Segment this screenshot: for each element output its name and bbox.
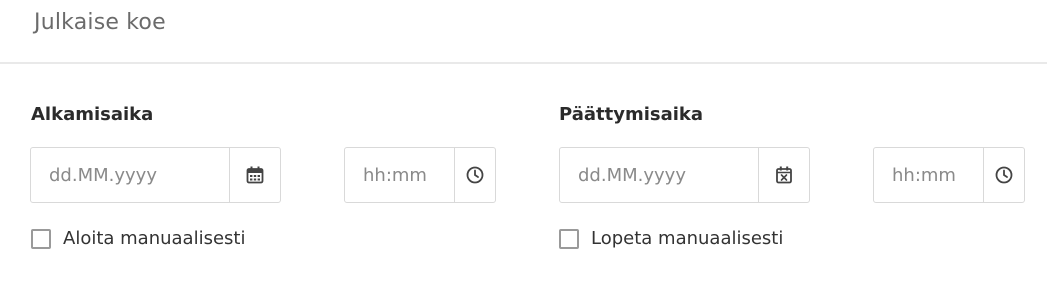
end-date-field	[559, 147, 810, 203]
end-time-field	[873, 147, 1025, 203]
start-date-field	[30, 147, 281, 203]
clock-icon	[995, 166, 1013, 184]
end-manually-checkbox[interactable]	[559, 228, 579, 249]
start-manually-label: Aloita manuaalisesti	[63, 228, 246, 249]
start-manually-checkbox[interactable]	[31, 228, 51, 249]
start-time-label: Alkamisaika	[31, 104, 154, 125]
end-date-picker-button[interactable]	[758, 148, 809, 202]
start-time-input[interactable]	[345, 148, 454, 202]
dialog-header: Julkaise koe	[0, 0, 1047, 64]
start-date-picker-button[interactable]	[229, 148, 280, 202]
start-time-field	[344, 147, 496, 203]
end-time-label: Päättymisaika	[559, 104, 704, 125]
clock-icon	[466, 166, 484, 184]
calendar-x-icon	[776, 166, 792, 184]
calendar-icon	[246, 166, 264, 184]
end-manually-label: Lopeta manuaalisesti	[591, 228, 784, 249]
end-time-input[interactable]	[874, 148, 983, 202]
end-date-input[interactable]	[560, 148, 758, 202]
end-time-picker-button[interactable]	[983, 148, 1024, 202]
start-time-picker-button[interactable]	[454, 148, 495, 202]
end-manually-option[interactable]: Lopeta manuaalisesti	[559, 228, 783, 249]
page-title: Julkaise koe	[34, 10, 166, 35]
start-date-input[interactable]	[31, 148, 229, 202]
start-manually-option[interactable]: Aloita manuaalisesti	[31, 228, 245, 249]
